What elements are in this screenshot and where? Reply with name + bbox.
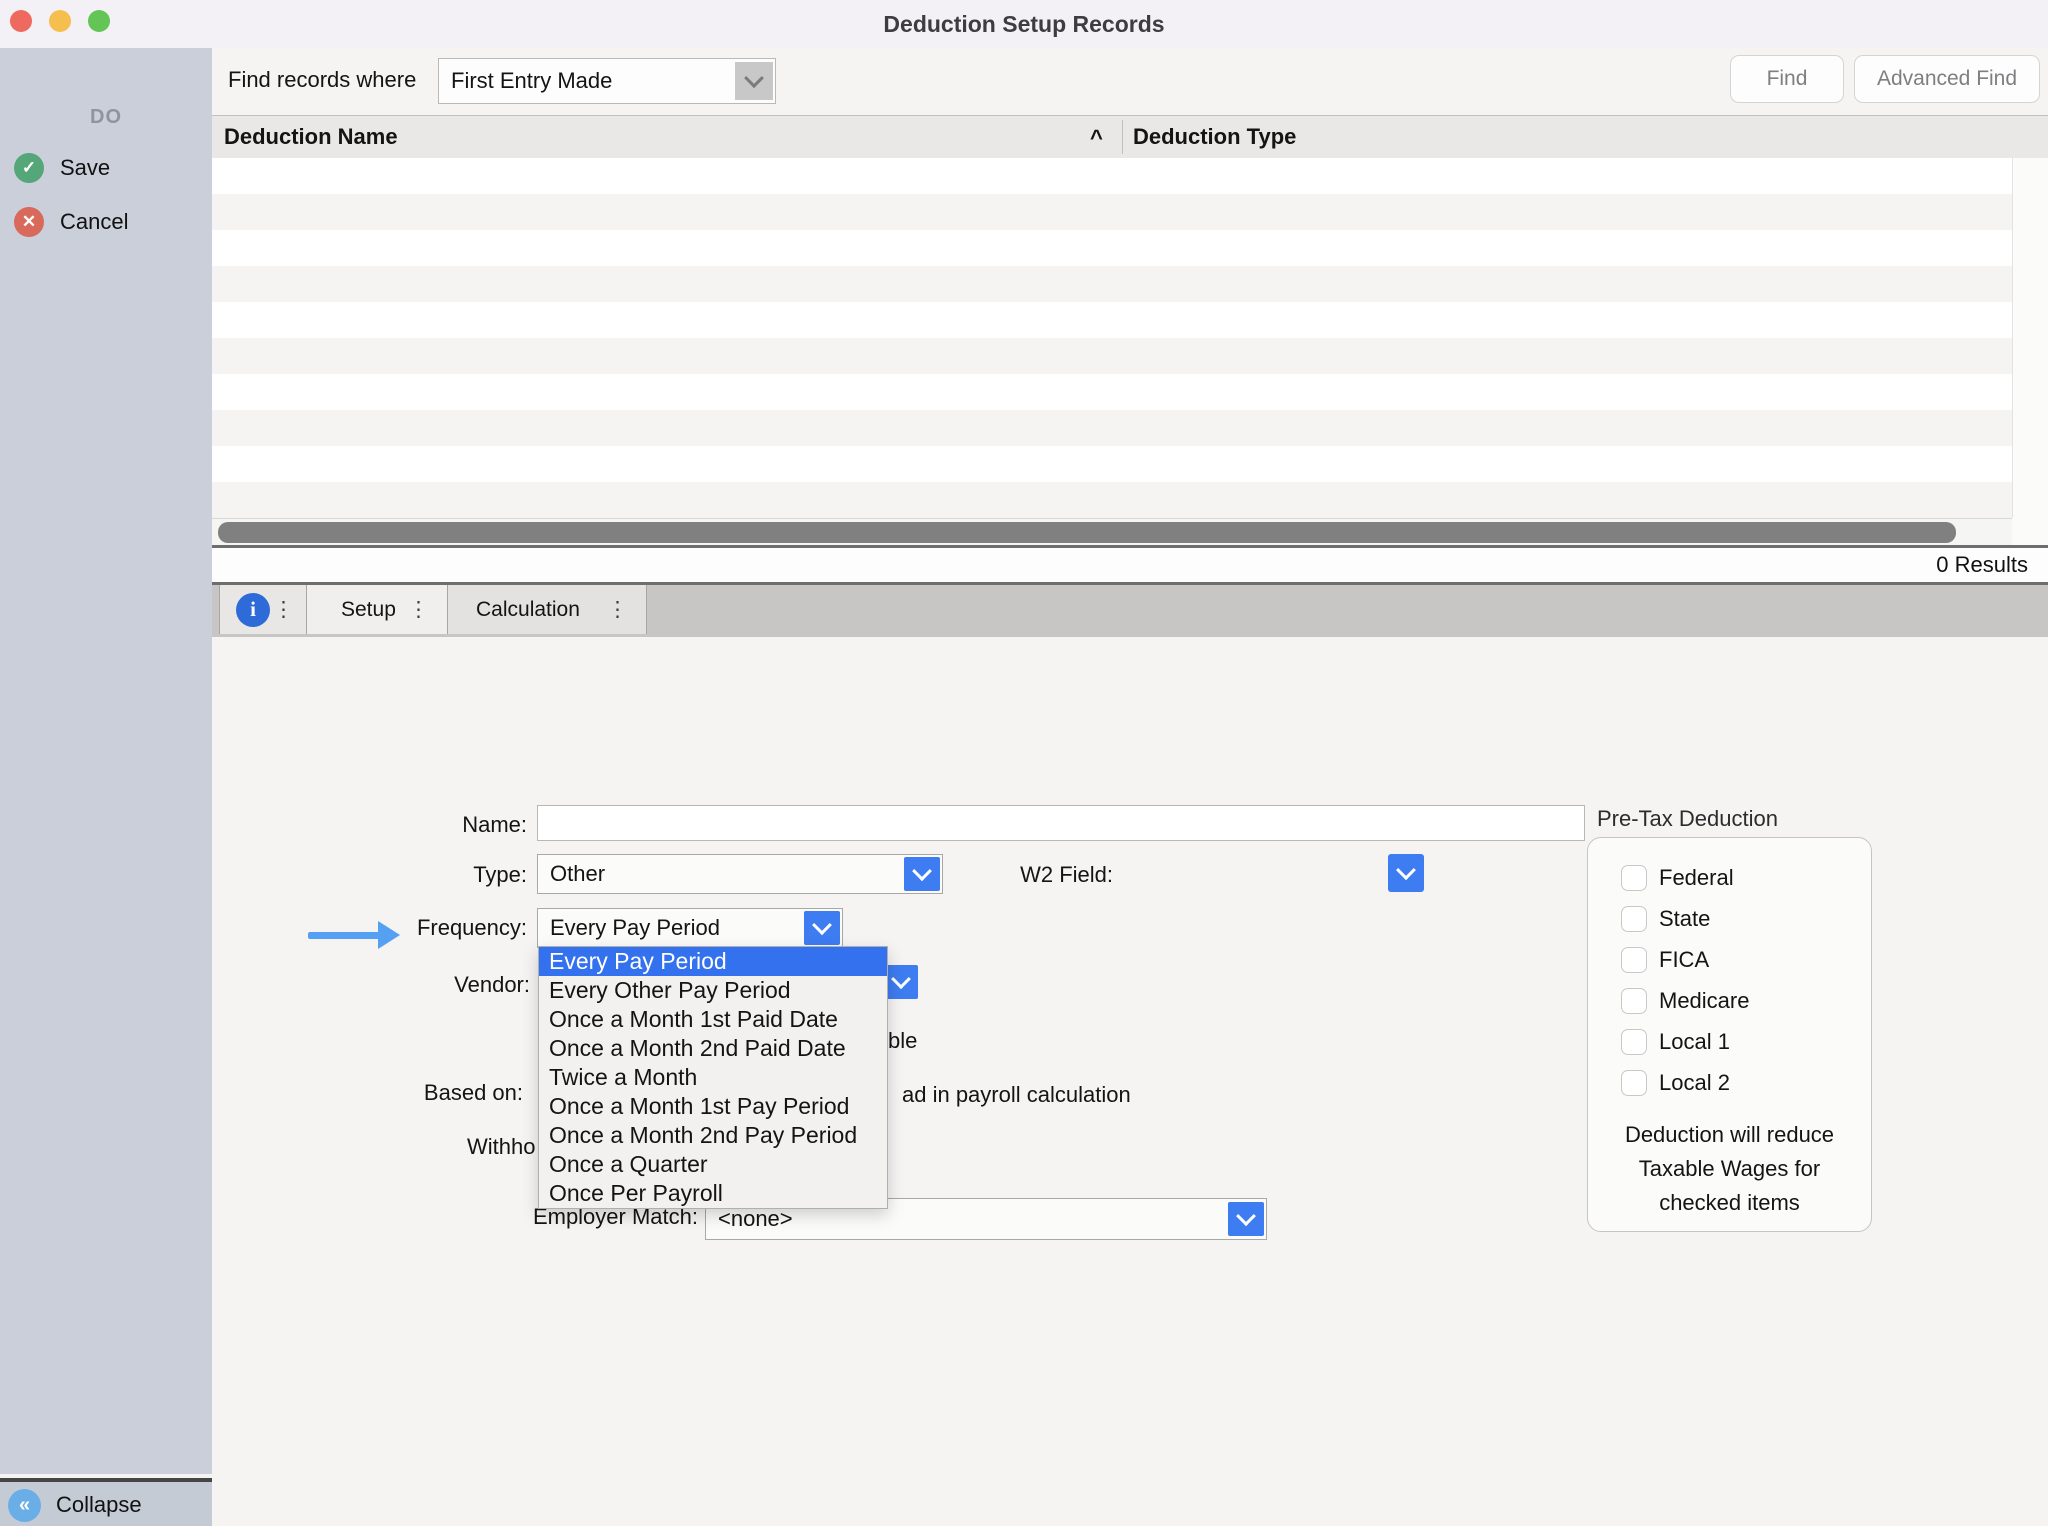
find-where-dropdown[interactable]: First Entry Made <box>438 58 776 104</box>
checkbox-unchecked[interactable] <box>1621 947 1647 973</box>
tab-menu-dots-icon[interactable]: ⋮ <box>408 597 429 622</box>
tab-setup[interactable]: Setup ⋮ <box>307 585 448 634</box>
find-records-where-label: Find records where <box>228 67 416 93</box>
frequency-option[interactable]: Once a Month 2nd Pay Period <box>539 1121 887 1150</box>
results-strip: 0 Results <box>212 545 2048 585</box>
frequency-label: Frequency: <box>307 915 527 941</box>
frequency-option[interactable]: Every Pay Period <box>539 947 887 976</box>
checkbox-unchecked[interactable] <box>1621 1029 1647 1055</box>
tab-setup-label: Setup <box>341 598 396 622</box>
chevron-down-icon[interactable] <box>735 62 773 100</box>
w2-field-dropdown-button[interactable] <box>1388 854 1424 892</box>
results-table-body[interactable] <box>212 158 2012 518</box>
collapse-chevrons-icon: « <box>8 1489 41 1522</box>
type-dropdown[interactable]: Other <box>537 854 943 894</box>
checkbox-unchecked[interactable] <box>1621 906 1647 932</box>
tab-menu-dots-icon[interactable]: ⋮ <box>273 597 294 622</box>
scrollbar-corner <box>2012 518 2048 545</box>
info-icon: i <box>236 593 270 627</box>
type-label: Type: <box>307 862 527 888</box>
checkbox-unchecked[interactable] <box>1621 1070 1647 1096</box>
vendor-dropdown-button[interactable] <box>884 965 918 999</box>
frequency-option[interactable]: Twice a Month <box>539 1063 887 1092</box>
name-label: Name: <box>307 812 527 838</box>
checkbox-label: Local 2 <box>1659 1070 1730 1096</box>
pretax-note-line: Deduction will reduce <box>1588 1118 1871 1152</box>
frequency-dropdown[interactable]: Every Pay Period <box>537 908 843 948</box>
frequency-option[interactable]: Once a Month 2nd Paid Date <box>539 1034 887 1063</box>
checkbox-label: FICA <box>1659 947 1709 973</box>
frequency-dropdown-list: Every Pay PeriodEvery Other Pay PeriodOn… <box>538 946 888 1209</box>
checkbox-label: Federal <box>1659 865 1734 891</box>
based-on-label: Based on: <box>303 1080 523 1106</box>
cancel-label: Cancel <box>60 209 128 235</box>
pretax-option-row: State <box>1621 904 1710 934</box>
w2-field-label: W2 Field: <box>893 862 1113 888</box>
frequency-option[interactable]: Once a Month 1st Paid Date <box>539 1005 887 1034</box>
app-window: Deduction Setup Records DO ✓ Save ✕ Canc… <box>0 0 2048 1526</box>
tab-calculation[interactable]: Calculation ⋮ <box>448 585 647 634</box>
tab-calculation-label: Calculation <box>476 598 580 622</box>
pretax-option-row: Medicare <box>1621 986 1749 1016</box>
frequency-value: Every Pay Period <box>538 915 804 941</box>
vendor-label: Vendor: <box>310 972 530 998</box>
save-check-icon: ✓ <box>14 153 44 183</box>
tab-menu-dots-icon[interactable]: ⋮ <box>607 597 628 622</box>
pretax-deduction-panel: Federal State FICA Medicare Local 1 Local 2 D… <box>1587 837 1872 1232</box>
withholding-label-fragment: Withho <box>467 1134 535 1160</box>
table-header: Deduction Name ^ Deduction Type <box>212 115 2048 159</box>
cancel-x-icon: ✕ <box>14 207 44 237</box>
column-header-deduction-type[interactable]: Deduction Type <box>1133 116 1296 158</box>
pretax-note-line: Taxable Wages for <box>1588 1152 1871 1186</box>
vertical-scrollbar-gutter <box>2012 158 2048 518</box>
column-header-deduction-name[interactable]: Deduction Name <box>224 116 398 158</box>
name-input[interactable] <box>537 805 1585 841</box>
collapse-label: Collapse <box>56 1482 142 1526</box>
taxable-label-fragment: ble <box>888 1028 917 1054</box>
pretax-option-row: Local 2 <box>1621 1068 1730 1098</box>
pretax-option-row: Federal <box>1621 863 1734 893</box>
frequency-option[interactable]: Every Other Pay Period <box>539 976 887 1005</box>
column-divider <box>1122 120 1123 154</box>
window-title: Deduction Setup Records <box>0 0 2048 48</box>
sort-ascending-icon[interactable]: ^ <box>1090 116 1103 158</box>
employer-match-value: <none> <box>706 1206 1228 1232</box>
chevron-down-icon[interactable] <box>1228 1202 1264 1236</box>
tab-bar: i ⋮ Setup ⋮ Calculation ⋮ <box>212 585 2048 637</box>
main-area: Find records where First Entry Made Find… <box>212 48 2048 1526</box>
collapse-bar[interactable]: « Collapse <box>0 1478 212 1526</box>
tab-info[interactable]: i ⋮ <box>219 585 307 634</box>
sidebar-header: DO <box>0 106 212 129</box>
pretax-note-line: checked items <box>1588 1186 1871 1220</box>
pretax-deduction-title: Pre-Tax Deduction <box>1597 806 1778 832</box>
advanced-find-button[interactable]: Advanced Find <box>1854 55 2040 103</box>
horizontal-scrollbar-track[interactable] <box>212 518 2012 546</box>
save-button[interactable]: ✓ Save <box>14 152 110 184</box>
cancel-button[interactable]: ✕ Cancel <box>14 206 128 238</box>
save-label: Save <box>60 155 110 181</box>
frequency-option[interactable]: Once a Month 1st Pay Period <box>539 1092 887 1121</box>
checkbox-unchecked[interactable] <box>1621 988 1647 1014</box>
chevron-down-icon <box>891 969 911 989</box>
pretax-note: Deduction will reduce Taxable Wages for … <box>1588 1118 1871 1220</box>
find-where-value: First Entry Made <box>439 68 735 94</box>
horizontal-scrollbar-thumb[interactable] <box>218 522 1956 543</box>
chevron-down-icon[interactable] <box>804 911 840 945</box>
checkbox-label: Local 1 <box>1659 1029 1730 1055</box>
chevron-down-icon <box>1396 860 1416 880</box>
checkbox-label: Medicare <box>1659 988 1749 1014</box>
pretax-option-row: FICA <box>1621 945 1709 975</box>
payroll-calculation-label-fragment: ad in payroll calculation <box>902 1082 1131 1108</box>
checkbox-unchecked[interactable] <box>1621 865 1647 891</box>
results-count: 0 Results <box>1936 548 2028 582</box>
frequency-option[interactable]: Once Per Payroll <box>539 1179 887 1208</box>
frequency-option[interactable]: Once a Quarter <box>539 1150 887 1179</box>
title-bar: Deduction Setup Records <box>0 0 2048 49</box>
pretax-option-row: Local 1 <box>1621 1027 1730 1057</box>
checkbox-label: State <box>1659 906 1710 932</box>
find-button[interactable]: Find <box>1730 55 1844 103</box>
type-value: Other <box>538 861 904 887</box>
sidebar: DO ✓ Save ✕ Cancel <box>0 48 212 1474</box>
